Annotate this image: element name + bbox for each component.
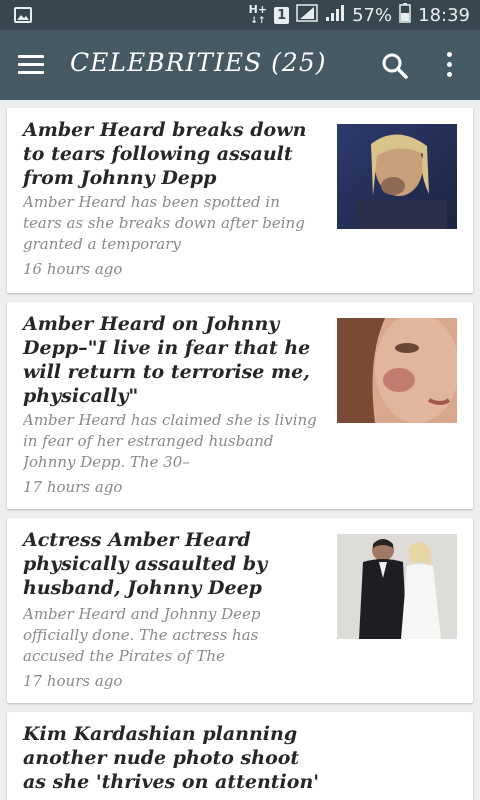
more-vertical-icon[interactable]	[444, 52, 456, 80]
network-type-icon: H+ ↓↑	[248, 2, 268, 26]
article-title: Amber Heard on Johnny Depp–"I live in fe…	[23, 313, 311, 407]
article-summary: Amber Heard has been spotted in tears as…	[23, 193, 305, 253]
article-timestamp: 16 hours ago	[23, 260, 123, 278]
status-bar: H+ ↓↑ 1 57% 18:39	[0, 0, 480, 30]
signal-bars-icon	[325, 4, 345, 27]
battery-percent: 57%	[352, 4, 393, 26]
signal-icon	[296, 3, 318, 27]
article-card[interactable]: Amber Heard on Johnny Depp–"I live in fe…	[7, 302, 473, 509]
article-summary: Amber Heard has claimed she is living in…	[23, 411, 317, 471]
clock: 18:39	[418, 4, 470, 26]
article-card[interactable]: Kim Kardashian planning another nude pho…	[7, 712, 473, 800]
sim-icon: 1	[274, 6, 290, 24]
article-thumbnail	[337, 534, 457, 639]
article-thumbnail	[337, 124, 457, 229]
page-title: CELEBRITIES (25)	[70, 48, 327, 77]
article-timestamp: 17 hours ago	[23, 672, 123, 690]
battery-icon	[399, 2, 411, 28]
article-timestamp: 17 hours ago	[23, 478, 123, 496]
article-title: Kim Kardashian planning another nude pho…	[23, 723, 320, 793]
hamburger-menu-icon[interactable]	[18, 55, 44, 75]
article-summary: Amber Heard and Johnny Deep officially d…	[23, 605, 261, 665]
article-card[interactable]: Amber Heard breaks down to tears followi…	[7, 108, 473, 293]
search-icon[interactable]	[380, 51, 410, 81]
app-bar: CELEBRITIES (25)	[0, 30, 480, 100]
article-title: Actress Amber Heard physically assaulted…	[23, 529, 268, 599]
gallery-notification-icon	[14, 7, 32, 27]
article-card[interactable]: Actress Amber Heard physically assaulted…	[7, 518, 473, 703]
article-thumbnail	[337, 318, 457, 423]
article-title: Amber Heard breaks down to tears followi…	[23, 119, 307, 189]
